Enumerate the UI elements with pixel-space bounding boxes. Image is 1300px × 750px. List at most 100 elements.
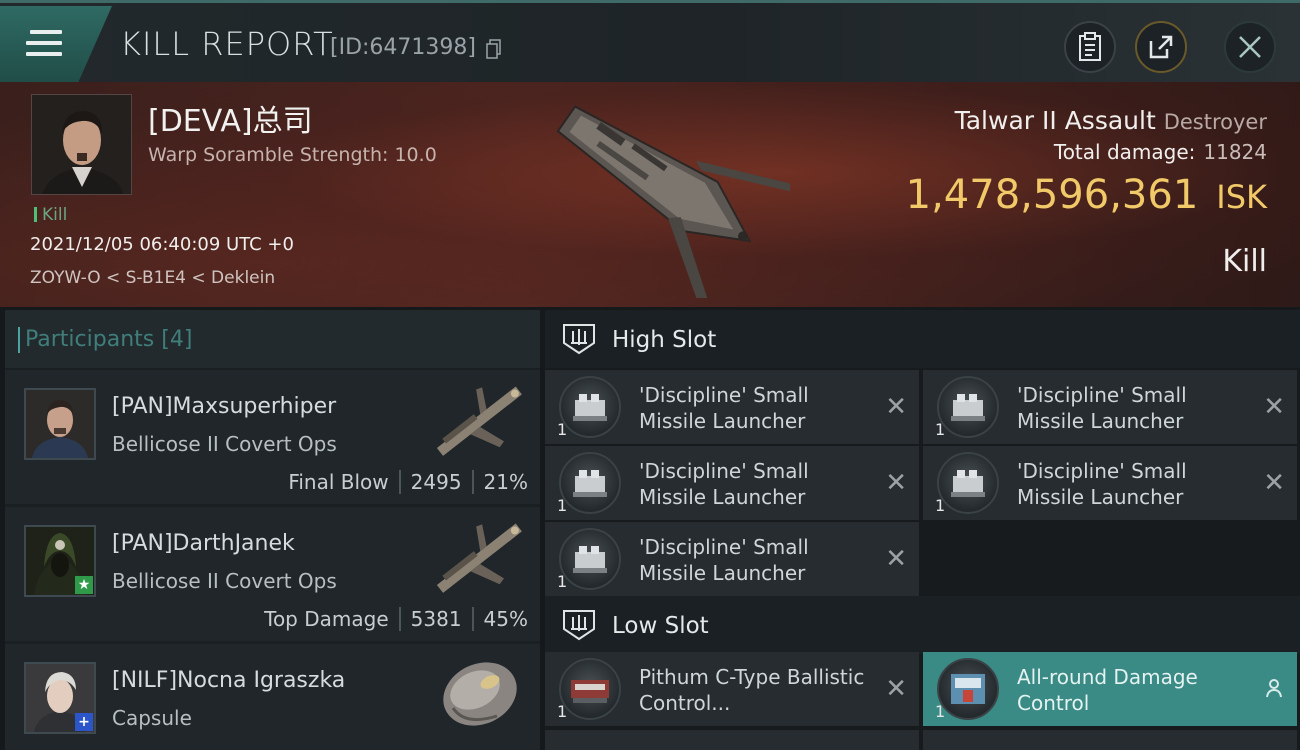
module-name: 'Discipline' Small Missile Launcher <box>639 459 809 509</box>
missile-launcher-icon <box>937 452 999 514</box>
participant-ship-image <box>436 523 522 593</box>
participant-role: Top Damage <box>264 607 389 631</box>
ship-name: Talwar II Assault <box>954 106 1156 135</box>
copy-icon[interactable] <box>486 39 502 59</box>
participants-panel: Participants [4] [PAN]Maxsuperhiper Bell… <box>5 310 540 750</box>
destroyed-x-icon: ✕ <box>885 674 907 704</box>
high-slot-header: High Slot <box>545 310 1300 368</box>
kill-result: Kill <box>1222 244 1267 279</box>
module-quantity: 1 <box>557 420 568 439</box>
participant-ship: Capsule <box>112 706 192 730</box>
missile-launcher-icon <box>559 528 621 590</box>
module-quantity: 1 <box>557 496 568 515</box>
participant-row[interactable]: [PAN]Maxsuperhiper Bellicose II Covert O… <box>5 370 540 504</box>
module-item[interactable]: 1 All-round Damage Control <box>923 652 1297 726</box>
warp-scramble-strength: Warp Soramble Strength: 10.0 <box>148 144 437 166</box>
participant-row[interactable]: ★ [PAN]DarthJanek Bellicose II Covert Op… <box>5 507 540 641</box>
participant-damage: 2495 <box>410 470 462 494</box>
low-slot-label: Low Slot <box>612 613 709 639</box>
module-quantity: 1 <box>557 702 568 721</box>
participant-percent: 21% <box>483 470 528 494</box>
participant-damage: 5381 <box>410 607 462 631</box>
close-button[interactable] <box>1224 21 1276 73</box>
participant-name: [PAN]DarthJanek <box>112 531 295 556</box>
share-button[interactable] <box>1135 21 1187 73</box>
participant-percent: 45% <box>483 607 528 631</box>
module-quantity: 1 <box>935 420 946 439</box>
module-name: 'Discipline' Small Missile Launcher <box>639 383 809 433</box>
damage-control-icon <box>937 658 999 720</box>
participant-ship: Bellicose II Covert Ops <box>112 432 337 456</box>
participants-label: Participants <box>25 327 155 352</box>
module-name: All-round Damage Control <box>1017 665 1198 715</box>
high-slot-label: High Slot <box>612 327 717 353</box>
module-item[interactable]: 1 'Discipline' Small Missile Launcher ✕ <box>545 522 919 596</box>
victim-ship[interactable]: Talwar II Assault Destroyer <box>955 106 1267 135</box>
participant-role: Final Blow <box>288 470 389 494</box>
module-item[interactable]: 1 'Discipline' Small Missile Launcher ✕ <box>923 446 1297 520</box>
capsule-image <box>443 662 517 726</box>
title-bar: KILL REPORT [ID:6471398] <box>0 0 1300 82</box>
destroyed-x-icon: ✕ <box>885 544 907 574</box>
kill-tag: Kill <box>34 205 67 225</box>
participant-stats: Top Damage 5381 45% <box>264 607 528 631</box>
victim-ship-image <box>556 105 790 298</box>
ballistic-control-icon <box>559 658 621 720</box>
missile-launcher-icon <box>559 376 621 438</box>
participant-stats: Final Blow 2495 21% <box>288 470 528 494</box>
destroyed-x-icon: ✕ <box>885 468 907 498</box>
share-icon <box>1149 35 1173 59</box>
total-damage-label: Total damage: <box>1053 140 1196 164</box>
kill-banner: [DEVA]总司 Warp Soramble Strength: 10.0 Ki… <box>0 82 1300 307</box>
plus-icon: + <box>75 713 93 731</box>
module-quantity: 1 <box>557 572 568 591</box>
report-id: [ID:6471398] <box>330 35 476 60</box>
clipboard-icon <box>1079 32 1101 61</box>
total-damage: Total damage: 11824 <box>1054 140 1267 164</box>
participants-header: Participants [4] <box>5 310 540 368</box>
module-quantity: 1 <box>935 702 946 721</box>
participant-name: [PAN]Maxsuperhiper <box>112 394 337 419</box>
menu-icon <box>26 30 62 58</box>
clipboard-button[interactable] <box>1064 21 1116 73</box>
participant-ship-image <box>436 386 522 456</box>
module-name: 'Discipline' Small Missile Launcher <box>1017 383 1187 433</box>
missile-launcher-icon <box>559 452 621 514</box>
menu-button[interactable] <box>0 6 112 82</box>
module-item[interactable]: 1 'Discipline' Small Missile Launcher ✕ <box>923 370 1297 444</box>
page-title: KILL REPORT <box>120 25 334 63</box>
module-item[interactable]: 1 'Discipline' Small Missile Launcher ✕ <box>545 370 919 444</box>
person-icon <box>1266 679 1282 698</box>
participant-row[interactable]: + [NILF]Nocna Igraszka Capsule <box>5 644 540 750</box>
destroyed-x-icon: ✕ <box>1263 468 1285 498</box>
module-quantity: 1 <box>935 496 946 515</box>
isk-value: 1,478,596,361 ISK <box>906 172 1267 218</box>
destroyed-x-icon: ✕ <box>1263 392 1285 422</box>
kill-location[interactable]: ZOYW-O < S-B1E4 < Deklein <box>30 268 275 288</box>
participant-ship: Bellicose II Covert Ops <box>112 569 337 593</box>
close-icon <box>1239 36 1261 58</box>
victim-name[interactable]: [DEVA]总司 <box>148 96 313 140</box>
isk-amount: 1,478,596,361 <box>905 172 1199 218</box>
isk-unit: ISK <box>1216 178 1267 216</box>
module-name: Pithum C-Type Ballistic Control... <box>639 665 865 715</box>
destroyed-x-icon: ✕ <box>885 392 907 422</box>
module-item[interactable] <box>545 730 919 750</box>
module-name: 'Discipline' Small Missile Launcher <box>639 535 809 585</box>
kill-timestamp: 2021/12/05 06:40:09 UTC +0 <box>30 234 294 255</box>
module-item[interactable]: 1 'Discipline' Small Missile Launcher ✕ <box>545 446 919 520</box>
star-icon: ★ <box>75 576 93 594</box>
module-name: 'Discipline' Small Missile Launcher <box>1017 459 1187 509</box>
participant-avatar: ★ <box>24 525 96 597</box>
ship-class: Destroyer <box>1163 110 1267 134</box>
module-item[interactable]: 1 Pithum C-Type Ballistic Control... ✕ <box>545 652 919 726</box>
participant-avatar <box>24 388 96 460</box>
module-item[interactable] <box>923 730 1297 750</box>
missile-launcher-icon <box>937 376 999 438</box>
victim-portrait <box>31 94 132 195</box>
low-slot-header: Low Slot <box>545 596 1300 654</box>
total-damage-value: 11824 <box>1203 140 1267 164</box>
participant-name: [NILF]Nocna Igraszka <box>112 668 346 693</box>
low-slot-icon <box>563 610 595 641</box>
fitting-panel: High Slot 1 'Discipline' Small Missile L… <box>545 310 1300 750</box>
